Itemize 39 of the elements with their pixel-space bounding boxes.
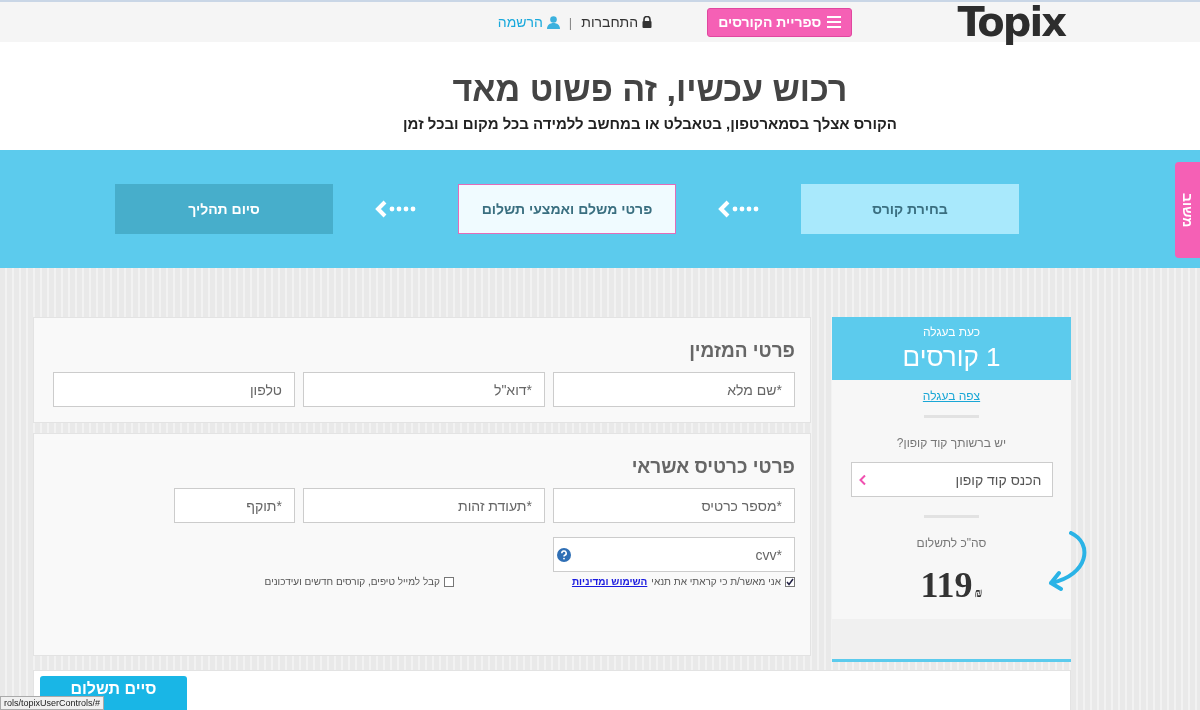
- input-field[interactable]: *שם מלא: [553, 372, 795, 407]
- user-icon: [546, 15, 560, 29]
- step: סיום תהליך: [115, 184, 333, 234]
- input-field[interactable]: *דוא"ל: [303, 372, 545, 407]
- chevron-left-icon[interactable]: [858, 474, 866, 485]
- dotted-arrow-icon: [716, 199, 761, 219]
- menu-icon: [827, 16, 842, 28]
- help-icon[interactable]: [557, 547, 571, 562]
- section-title: פרטי המזמין: [688, 340, 795, 362]
- dotted-arrow-icon: [373, 199, 418, 219]
- coupon-question: יש ברשותך קוד קופון?: [896, 436, 1007, 450]
- input-field[interactable]: טלפון: [53, 372, 295, 407]
- separator: |: [568, 14, 573, 30]
- feedback-tab[interactable]: משוב: [1175, 162, 1200, 258]
- total-label: סה"כ לתשלום: [916, 536, 987, 550]
- input-field[interactable]: *תעודת זהות: [303, 488, 545, 523]
- login-link[interactable]: התחברות: [581, 14, 653, 30]
- coupon-field[interactable]: הכנס קוד קופון: [850, 462, 1053, 497]
- page-title: רכוש עכשיו, זה פשוט מאד: [452, 70, 848, 109]
- checkbox-label: אני מאשר/ת כי קראתי את תנאי: [651, 576, 781, 587]
- terms-link[interactable]: השימוש ומדיניות: [571, 576, 648, 587]
- course-library-button[interactable]: ספריית הקורסים: [707, 7, 853, 37]
- checkbox[interactable]: [443, 576, 454, 587]
- page-subtitle: הקורס אצלך בסמארטפון, בטאבלט או במחשב ללמידה בכל מקום ובכל זמן: [403, 115, 897, 132]
- register-link[interactable]: הרשמה: [497, 14, 560, 30]
- input-field[interactable]: *תוקף: [174, 488, 295, 523]
- step: פרטי משלם ואמצעי תשלום: [458, 184, 676, 234]
- view-cart-link[interactable]: צפה בעגלה: [922, 389, 981, 403]
- cart-count: 1 קורסים: [902, 341, 1001, 373]
- checkbox-label: קבל למייל טיפים, קורסים חדשים ועידכונים: [264, 576, 440, 587]
- lock-icon: [642, 16, 653, 28]
- total-price: ₪ 119: [920, 564, 983, 606]
- step: בחירת קורס: [801, 184, 1019, 234]
- checkbox[interactable]: [785, 576, 795, 587]
- url-tooltip: rols/topixUserControls/#: [0, 696, 105, 710]
- input-field[interactable]: *מספר כרטיס: [553, 488, 795, 523]
- cart-caption: כעת בעגלה: [922, 324, 981, 339]
- cvv-field[interactable]: *cvv: [553, 537, 795, 572]
- section-title: פרטי כרטיס אשראי: [630, 456, 795, 478]
